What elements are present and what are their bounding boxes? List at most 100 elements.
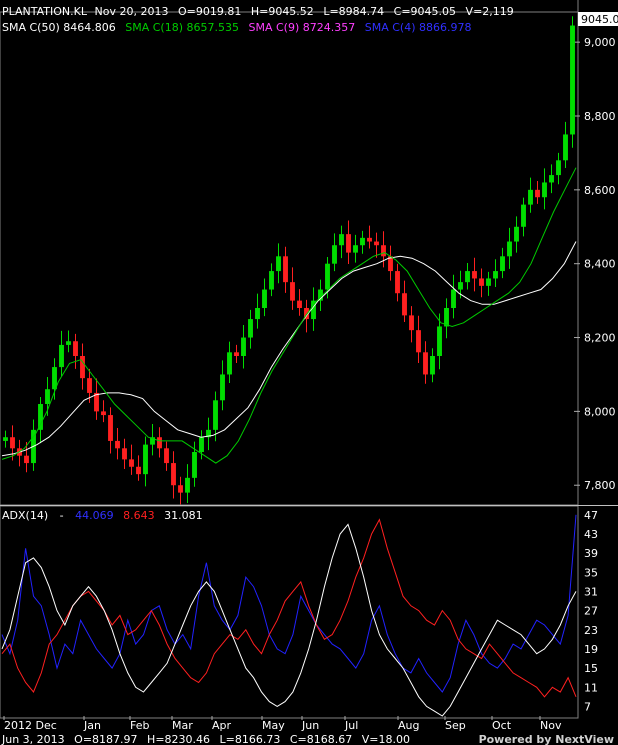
adx-lines xyxy=(1,514,577,717)
adx-tick-label: 7 xyxy=(584,700,591,713)
candle-body xyxy=(234,352,239,356)
time-tick-label: Feb xyxy=(130,719,149,732)
candle-body xyxy=(493,271,498,279)
adx-panel-frame xyxy=(0,505,579,719)
candle-body xyxy=(297,300,302,308)
price-tick-label: 8,800 xyxy=(584,110,616,123)
symbol-label: PLANTATION.KL xyxy=(2,5,88,18)
adx-tick-label: 23 xyxy=(584,624,598,637)
footer-volume: V=18.00 xyxy=(362,733,410,745)
candle-body xyxy=(122,448,127,460)
time-tick-label: Oct xyxy=(492,719,512,732)
candle-body xyxy=(73,341,78,356)
candlestick-series xyxy=(3,16,575,505)
minus-di-value: 8.643 xyxy=(123,509,155,522)
candle-body xyxy=(227,352,232,375)
sma50-label: SMA C(50) 8464.806 xyxy=(2,21,116,34)
candle-body xyxy=(416,330,421,353)
powered-by-label: Powered by NextView xyxy=(479,733,614,745)
adx-tick-label: 47 xyxy=(584,509,598,522)
candle-body xyxy=(276,256,281,272)
candle-body xyxy=(325,263,330,290)
candle-body xyxy=(521,204,526,227)
candle-body xyxy=(3,437,8,441)
sma18-label: SMA C(18) 8657.535 xyxy=(125,21,239,34)
candle-body xyxy=(381,245,386,257)
adx-tick-label: 19 xyxy=(584,643,598,656)
candle-body xyxy=(262,289,267,308)
time-tick-label: Aug xyxy=(398,719,419,732)
low-label: L=8984.74 xyxy=(323,5,384,18)
candle-body xyxy=(157,437,162,449)
time-tick-label: 2012 Dec xyxy=(4,719,57,732)
adx-dash: - xyxy=(60,509,64,522)
candle-body xyxy=(430,356,435,375)
candle-body xyxy=(220,374,225,401)
footer-line: Jun 3, 2013 O=8187.97 H=8230.46 L=8166.7… xyxy=(1,733,410,745)
candle-body xyxy=(241,337,246,356)
candle-body xyxy=(535,189,540,198)
time-tick-label: May xyxy=(262,719,285,732)
candle-body xyxy=(164,448,169,464)
sma50-line xyxy=(1,241,577,457)
candle-body xyxy=(192,452,197,478)
candle-body xyxy=(346,234,351,253)
candle-body xyxy=(45,389,50,404)
candle-body xyxy=(395,271,400,294)
candle-body xyxy=(66,341,71,345)
candle-body xyxy=(199,437,204,452)
last-price-badge: 9045.0 xyxy=(581,13,618,26)
candle-body xyxy=(108,415,113,441)
price-tick-label: 9,000 xyxy=(584,36,616,49)
candle-body xyxy=(507,241,512,257)
candle-body xyxy=(402,293,407,316)
candle-body xyxy=(514,226,519,242)
adx-axis: 7 11 15 19 23 27 31 35 39 43 47 xyxy=(584,509,598,714)
price-tick-label: 8,600 xyxy=(584,184,616,197)
candle-body xyxy=(171,463,176,486)
sma18-line xyxy=(1,167,577,464)
date-label: Nov 20, 2013 xyxy=(95,5,169,18)
candle-body xyxy=(472,271,477,279)
price-axis: 7,800 8,000 8,200 8,400 8,600 8,800 9,000 xyxy=(574,36,616,492)
adx-tick-label: 31 xyxy=(584,585,598,598)
candle-body xyxy=(101,411,106,416)
adx-tick-label: 15 xyxy=(584,662,598,675)
candle-body xyxy=(87,378,92,393)
adx-tick-label: 35 xyxy=(584,566,598,579)
candle-body xyxy=(339,234,344,246)
footer-high: H=8230.46 xyxy=(147,733,210,745)
candle-body xyxy=(458,282,463,290)
candle-body xyxy=(563,134,568,161)
footer-open: O=8187.97 xyxy=(74,733,137,745)
candle-body xyxy=(332,245,337,264)
footer-date: Jun 3, 2013 xyxy=(1,733,65,745)
candle-body xyxy=(500,256,505,272)
open-label: O=9019.81 xyxy=(178,5,241,18)
time-tick-label: Nov xyxy=(540,719,562,732)
candle-body xyxy=(528,189,533,205)
candle-body xyxy=(115,440,120,449)
header-line-2: SMA C(50) 8464.806 SMA C(18) 8657.535 SM… xyxy=(2,21,472,34)
price-tick-label: 8,200 xyxy=(584,332,616,345)
time-tick-label: Jul xyxy=(344,719,358,732)
price-tick-label: 8,000 xyxy=(584,405,616,418)
candle-body xyxy=(486,278,491,286)
time-tick-label: Apr xyxy=(212,719,232,732)
price-tick-label: 7,800 xyxy=(584,479,616,492)
adx-name-label: ADX(14) xyxy=(2,509,48,522)
candle-body xyxy=(185,477,190,493)
candle-body xyxy=(143,444,148,475)
candle-body xyxy=(248,319,253,338)
close-label: C=9045.05 xyxy=(394,5,456,18)
candle-body xyxy=(542,182,547,198)
candle-body xyxy=(374,241,379,246)
adx-tick-label: 39 xyxy=(584,547,598,560)
adx-tick-label: 43 xyxy=(584,528,598,541)
time-tick-label: Jun xyxy=(301,719,319,732)
candle-body xyxy=(290,282,295,301)
candle-body xyxy=(549,175,554,183)
candle-body xyxy=(367,237,372,242)
plus-di-line xyxy=(1,514,577,693)
sma9-label: SMA C(9) 8724.357 xyxy=(249,21,356,34)
